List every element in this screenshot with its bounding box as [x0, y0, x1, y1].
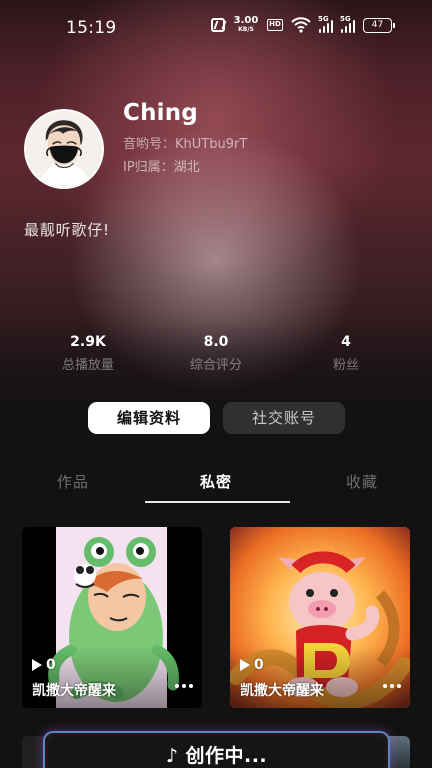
profile-stats: 2.9K 总播放量 8.0 综合评分 4 粉丝	[0, 333, 432, 383]
stat-label: 粉丝	[332, 358, 359, 373]
stat-rating: 8.0 综合评分	[156, 333, 276, 374]
network-speed-value: 3.00	[233, 15, 259, 26]
private-works-grid: 0 凯撒大帝醒来 0 凯撒大帝醒来 ♪ 创作中...	[0, 504, 432, 768]
network-speed-unit: KB/S	[238, 26, 254, 33]
more-icon[interactable]	[175, 684, 193, 688]
card-title: 凯撒大帝醒来	[32, 683, 116, 699]
stat-followers[interactable]: 4 粉丝	[286, 333, 406, 374]
avatar[interactable]	[24, 109, 104, 189]
social-account-button[interactable]: 社交账号	[223, 402, 345, 434]
work-card[interactable]: 0 凯撒大帝醒来	[230, 527, 410, 708]
nfc-icon	[211, 18, 225, 32]
play-icon	[32, 659, 42, 671]
status-icons: 3.00 KB/S HD 5G 5G 47	[211, 15, 395, 34]
wifi-icon	[291, 17, 311, 33]
status-time: 15:19	[66, 18, 117, 38]
profile-name: Ching	[123, 100, 198, 126]
play-count-value: 0	[46, 657, 56, 673]
creating-label: 创作中...	[185, 745, 268, 767]
stat-label: 总播放量	[61, 358, 114, 373]
play-count: 0	[240, 657, 264, 673]
stat-value: 8.0	[203, 334, 229, 350]
stat-value: 2.9K	[70, 334, 106, 350]
music-id: 音哟号：KhUTbu9rT	[123, 137, 248, 152]
status-bar: 15:19 3.00 KB/S HD 5G 5G 47	[0, 0, 432, 54]
edit-profile-button[interactable]: 编辑资料	[88, 402, 210, 434]
signal-icon: 5G	[318, 15, 333, 33]
play-count-value: 0	[254, 657, 264, 673]
work-card[interactable]: 0 凯撒大帝醒来	[22, 527, 202, 708]
creating-status-button[interactable]: ♪ 创作中...	[43, 731, 390, 768]
tab-private[interactable]: 私密	[171, 471, 261, 492]
play-icon	[240, 659, 250, 671]
play-count: 0	[32, 657, 56, 673]
partial-card-right	[388, 736, 410, 768]
profile-screen: 15:19 3.00 KB/S HD 5G 5G 47 Ching 音哟号：Kh…	[0, 0, 432, 768]
signal-label: 5G	[340, 15, 351, 23]
profile-section: Ching 音哟号：KhUTbu9rT IP归属：湖北 最靓听歌仔! 2.9K …	[0, 0, 432, 460]
network-speed: 3.00 KB/S	[233, 16, 259, 34]
music-note-icon: ♪	[165, 745, 179, 767]
tab-works[interactable]: 作品	[28, 471, 118, 492]
ip-location: IP归属：湖北	[123, 160, 200, 175]
stat-label: 综合评分	[189, 358, 242, 373]
stat-total-plays: 2.9K 总播放量	[28, 333, 148, 374]
hd-icon: HD	[267, 19, 283, 31]
stat-value: 4	[341, 334, 351, 350]
signal-label: 5G	[318, 15, 329, 23]
active-tab-indicator	[145, 501, 290, 503]
profile-bio: 最靓听歌仔!	[24, 221, 110, 239]
avatar-illustration	[26, 111, 102, 187]
signal-icon: 5G	[340, 15, 355, 33]
card-title: 凯撒大帝醒来	[240, 683, 324, 699]
profile-tabs: 作品 私密 收藏	[0, 458, 432, 504]
tab-favorites[interactable]: 收藏	[317, 471, 407, 492]
battery-icon: 47	[363, 17, 395, 33]
partial-card-left	[22, 736, 44, 768]
more-icon[interactable]	[383, 684, 401, 688]
